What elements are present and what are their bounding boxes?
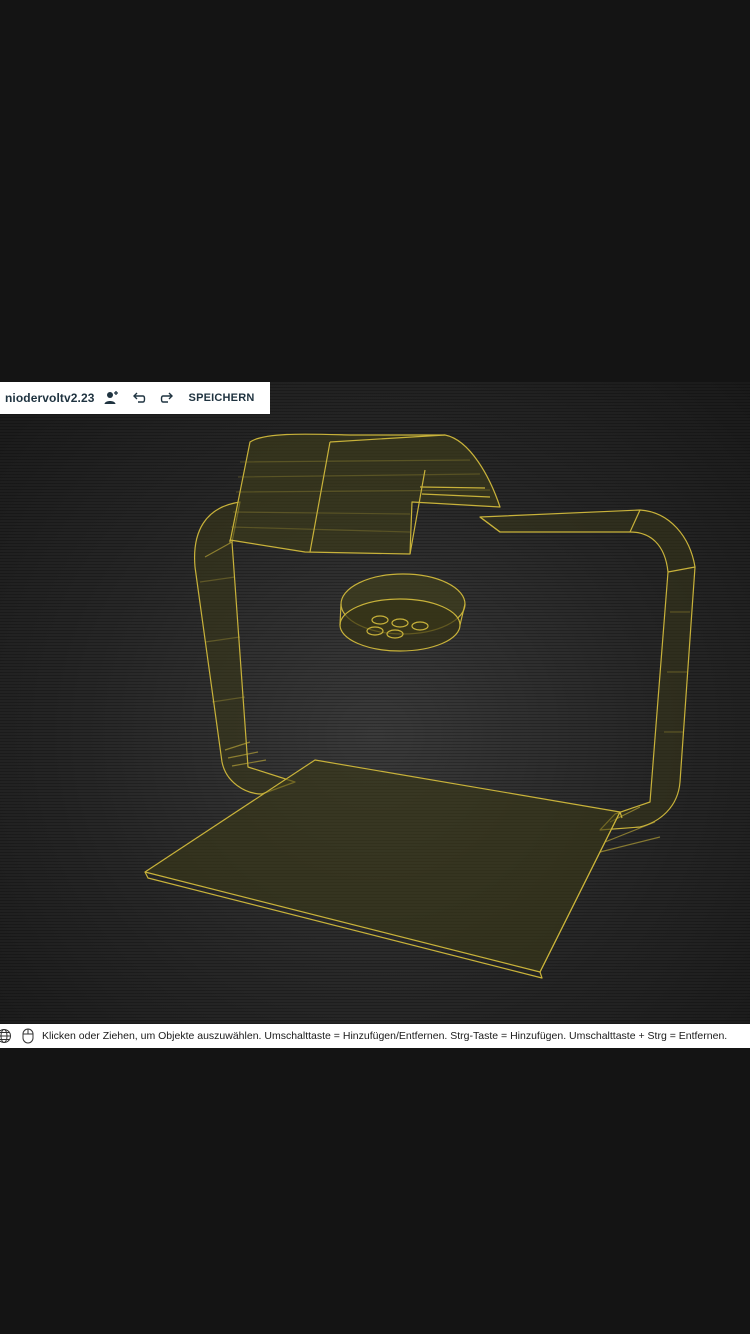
model-name[interactable]: niodervoltv2.23	[5, 391, 95, 405]
lamp-base-plate	[144, 759, 621, 973]
lamp-right-arm	[479, 509, 696, 831]
save-button[interactable]: SPEICHERN	[189, 392, 255, 404]
globe-icon[interactable]	[0, 1028, 12, 1044]
lamp-wireframe-model[interactable]	[0, 382, 750, 1024]
redo-icon[interactable]	[155, 386, 179, 410]
lamp-shade	[229, 433, 501, 555]
mouse-icon	[22, 1028, 34, 1044]
status-hint: Klicken oder Ziehen, um Objekte auszuwäh…	[42, 1030, 728, 1042]
status-bar: Klicken oder Ziehen, um Objekte auszuwäh…	[0, 1024, 750, 1048]
top-toolbar: niodervoltv2.23 SPEICHERN	[0, 382, 270, 414]
undo-icon[interactable]	[127, 386, 151, 410]
3d-viewport[interactable]	[0, 382, 750, 1024]
user-add-icon[interactable]	[99, 386, 123, 410]
